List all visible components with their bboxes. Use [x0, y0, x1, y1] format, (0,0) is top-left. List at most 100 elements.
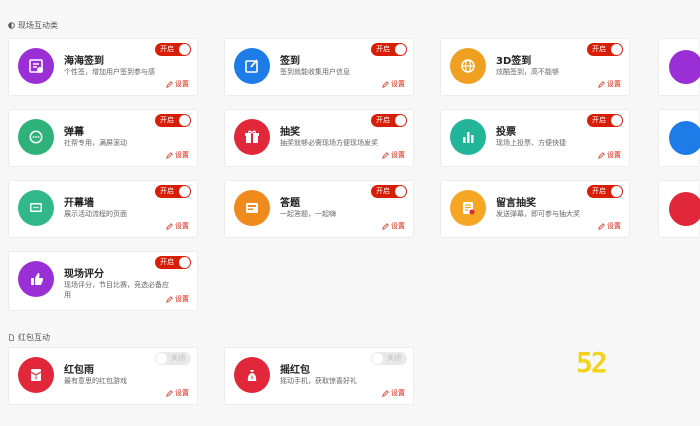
toggle-label: 开启 [160, 258, 174, 266]
app-card-shake-red-envelope[interactable]: ¥ 摇红包 摇动手机，获取惊喜好礼 关闭 设置 [224, 347, 414, 405]
settings-label: 设置 [175, 151, 189, 159]
section-title-interactive: 现场互动类 [8, 20, 58, 31]
enable-toggle[interactable]: 关闭 [155, 352, 191, 365]
card-title: 海海签到 [64, 56, 104, 67]
card-description: 炫酷签到，高不能够 [496, 68, 559, 76]
settings-label: 设置 [391, 151, 405, 159]
chat-icon [669, 50, 700, 84]
toggle-label: 开启 [376, 45, 390, 53]
toggle-label: 开启 [160, 116, 174, 124]
edit-settings-icon [382, 80, 389, 88]
app-card-partial[interactable] [658, 38, 700, 96]
enable-toggle[interactable]: 开启 [155, 256, 191, 269]
edit-settings-icon [166, 222, 173, 230]
settings-link[interactable]: 设置 [382, 221, 405, 231]
settings-link[interactable]: 设置 [166, 388, 189, 398]
enable-toggle[interactable]: 开启 [371, 114, 407, 127]
app-card-red-envelope-rain[interactable]: ¥ 红包雨 最有意思的红包游戏 关闭 设置 [8, 347, 198, 405]
half-circle-icon [8, 22, 15, 29]
settings-link[interactable]: 设置 [166, 294, 189, 304]
card-title: 答题 [280, 198, 300, 209]
card-title: 3D签到 [496, 56, 532, 67]
watermark-logo: 52 [576, 346, 608, 379]
enable-toggle[interactable]: 关闭 [371, 352, 407, 365]
barrage-icon [18, 119, 54, 155]
app-card-live-scoring[interactable]: 现场评分 现场评分，节目比赛，竞选必备应用 开启 设置 [8, 251, 198, 311]
toggle-label: 开启 [376, 116, 390, 124]
thumbs-up-icon [18, 261, 54, 297]
enable-toggle[interactable]: 开启 [587, 185, 623, 198]
app-card-partial[interactable] [658, 109, 700, 167]
toggle-label: 开启 [592, 116, 606, 124]
enable-toggle[interactable]: 开启 [587, 43, 623, 56]
enable-toggle[interactable]: 开启 [155, 185, 191, 198]
settings-link[interactable]: 设置 [166, 221, 189, 231]
app-card-opening-wall[interactable]: 开幕墙 展示活动流程的页面 开启 设置 [8, 180, 198, 238]
toggle-label: 开启 [160, 187, 174, 195]
settings-label: 设置 [175, 80, 189, 88]
edit-icon [234, 48, 270, 84]
app-card-quiz[interactable]: 答题 一起答题，一起嗨 开启 设置 [224, 180, 414, 238]
settings-link[interactable]: 设置 [598, 221, 621, 231]
enable-toggle[interactable]: 开启 [371, 43, 407, 56]
edit-settings-icon [166, 389, 173, 397]
svg-text:¥: ¥ [34, 376, 37, 382]
edit-settings-icon [166, 295, 173, 303]
card-title: 投票 [496, 127, 516, 138]
app-card-barrage[interactable]: 弹幕 社帮专用，满屏滚动 开启 设置 [8, 109, 198, 167]
enable-toggle[interactable]: 开启 [371, 185, 407, 198]
enable-toggle[interactable]: 开启 [587, 114, 623, 127]
gift-icon [234, 119, 270, 155]
app-card-signin[interactable]: 签到 签到就能收集用户信息 开启 设置 [224, 38, 414, 96]
edit-settings-icon [382, 222, 389, 230]
message-lottery-icon [450, 190, 486, 226]
card-title: 签到 [280, 56, 300, 67]
enable-toggle[interactable]: 开启 [155, 114, 191, 127]
settings-label: 设置 [391, 80, 405, 88]
card-title: 开幕墙 [64, 198, 94, 209]
edit-settings-icon [598, 80, 605, 88]
card-title: 抽奖 [280, 127, 300, 138]
settings-link[interactable]: 设置 [382, 150, 405, 160]
toggle-label: 开启 [592, 45, 606, 53]
app-card-haihai-signin[interactable]: 海海签到 个性签，增加用户签到参与感 开启 设置 [8, 38, 198, 96]
settings-label: 设置 [607, 80, 621, 88]
app-card-partial[interactable] [658, 180, 700, 238]
settings-label: 设置 [391, 389, 405, 397]
card-description: 发送弹幕，即可参与抽大奖 [496, 210, 580, 218]
edit-settings-icon [382, 151, 389, 159]
card-title: 红包雨 [64, 365, 94, 376]
app-card-3d-signin[interactable]: 3D签到 炫酷签到，高不能够 开启 设置 [440, 38, 630, 96]
card-title: 留言抽奖 [496, 198, 536, 209]
presentation-icon [669, 192, 700, 226]
card-description: 摇动手机，获取惊喜好礼 [280, 377, 357, 385]
settings-link[interactable]: 设置 [598, 79, 621, 89]
toggle-label: 关闭 [387, 354, 401, 362]
app-card-lottery[interactable]: 抽奖 抽奖就够必需现场方便现场发奖 开启 设置 [224, 109, 414, 167]
document-icon [9, 334, 14, 341]
section-title-label: 现场互动类 [18, 21, 58, 30]
chart-icon [450, 119, 486, 155]
card-description: 一起答题，一起嗨 [280, 210, 336, 218]
app-card-message-lottery[interactable]: 留言抽奖 发送弹幕，即可参与抽大奖 开启 设置 [440, 180, 630, 238]
settings-link[interactable]: 设置 [598, 150, 621, 160]
svg-text:¥: ¥ [250, 376, 253, 382]
store-icon [669, 121, 700, 155]
settings-link[interactable]: 设置 [382, 388, 405, 398]
screen-icon [18, 190, 54, 226]
toggle-label: 开启 [160, 45, 174, 53]
settings-label: 设置 [607, 151, 621, 159]
edit-settings-icon [382, 389, 389, 397]
settings-label: 设置 [391, 222, 405, 230]
section-title-label: 红包互动 [18, 333, 50, 342]
edit-settings-icon [166, 80, 173, 88]
settings-link[interactable]: 设置 [382, 79, 405, 89]
section-title-redpacket: 红包互动 [8, 332, 50, 343]
settings-link[interactable]: 设置 [166, 79, 189, 89]
settings-link[interactable]: 设置 [166, 150, 189, 160]
globe-icon [450, 48, 486, 84]
app-card-vote[interactable]: 投票 现场上投票、方便快捷 开启 设置 [440, 109, 630, 167]
toggle-label: 开启 [592, 187, 606, 195]
enable-toggle[interactable]: 开启 [155, 43, 191, 56]
card-title: 弹幕 [64, 127, 84, 138]
